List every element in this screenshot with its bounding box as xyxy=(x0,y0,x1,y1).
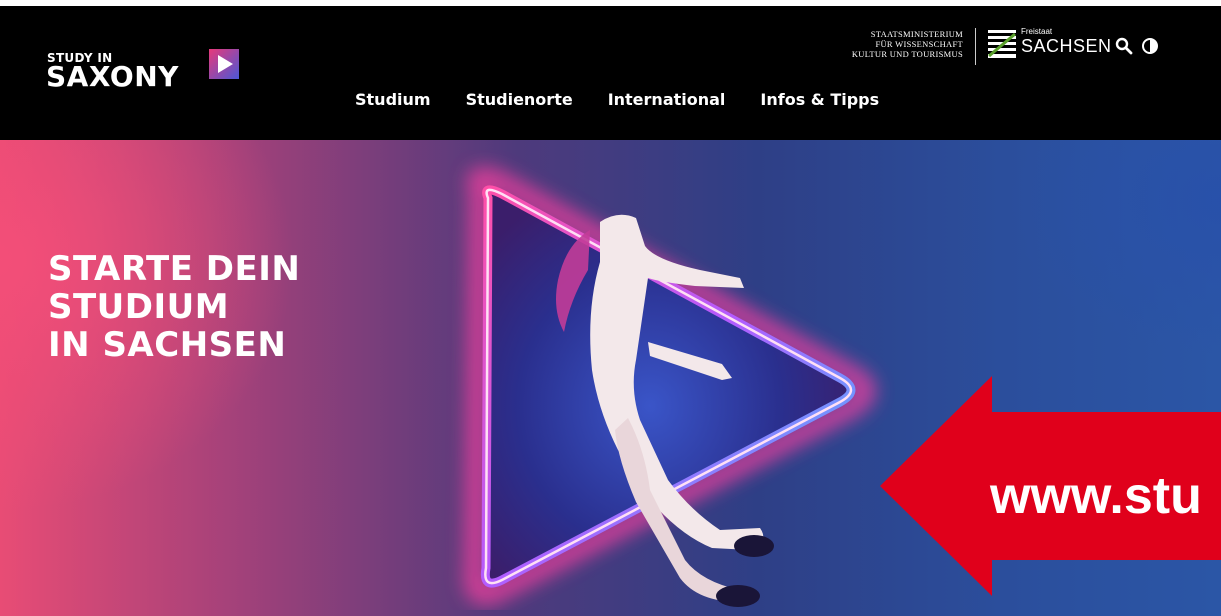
logo-line-2: SAXONY xyxy=(46,60,179,93)
arrow-overlay: www.stu xyxy=(0,140,1221,616)
saxony-crest-icon xyxy=(988,30,1016,58)
freistaat-label: Freistaat xyxy=(1021,27,1053,36)
nav-item-international[interactable]: International xyxy=(608,90,726,109)
nav-item-studienorte[interactable]: Studienorte xyxy=(466,90,573,109)
ministry-logo[interactable]: STAATSMINISTERIUM FÜR WISSENSCHAFT KULTU… xyxy=(830,29,963,59)
site-header: STUDY IN SAXONY Studium Studienorte Inte… xyxy=(0,6,1221,140)
sachsen-label: SACHSEN xyxy=(1021,36,1112,56)
logo-divider xyxy=(975,28,976,65)
search-button[interactable] xyxy=(1115,37,1133,59)
nav-item-infos-tipps[interactable]: Infos & Tipps xyxy=(760,90,879,109)
play-logo-icon xyxy=(209,49,239,79)
ministry-line-1: STAATSMINISTERIUM xyxy=(870,29,963,39)
arrow-url-text: www.stu xyxy=(990,467,1202,525)
contrast-toggle-button[interactable] xyxy=(1141,37,1159,59)
main-navigation: Studium Studienorte International Infos … xyxy=(355,90,914,109)
ministry-line-3: KULTUR UND TOURISMUS xyxy=(851,49,963,59)
browser-viewport: STUDY IN SAXONY Studium Studienorte Inte… xyxy=(0,6,1221,616)
contrast-icon xyxy=(1142,38,1158,54)
ministry-line-2: FÜR WISSENSCHAFT xyxy=(875,39,963,49)
nav-item-studium[interactable]: Studium xyxy=(355,90,431,109)
hero-banner: STARTE DEIN STUDIUM IN SACHSEN www.stu xyxy=(0,140,1221,616)
search-icon xyxy=(1115,37,1133,55)
